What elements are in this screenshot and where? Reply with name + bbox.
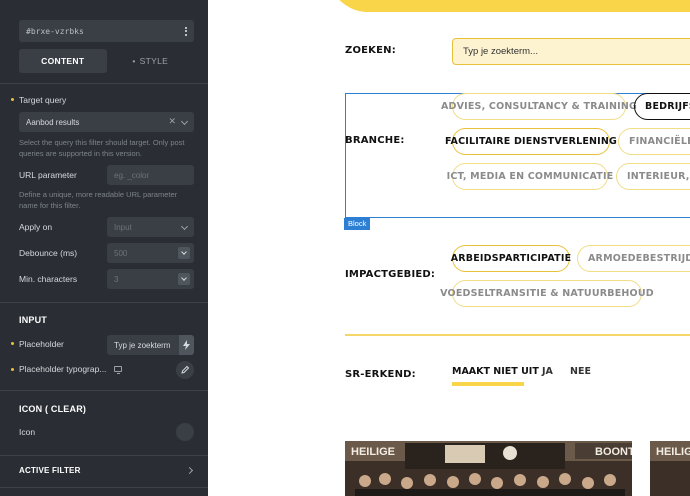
element-id: #brxe-vzrbks — [26, 26, 84, 36]
photo-sign-right: BOONT — [595, 446, 632, 458]
divider — [0, 487, 208, 488]
target-query-label: Target query — [19, 95, 67, 105]
url-parameter-help: Define a unique, more readable URL param… — [19, 190, 178, 210]
section-divider — [345, 334, 690, 336]
placeholder-typography-label: Placeholder typograp... — [19, 364, 107, 374]
sr-label: SR-ERKEND: — [345, 369, 416, 380]
chip-armoedebestrijding[interactable]: ARMOEDEBESTRIJDING — [577, 245, 690, 272]
chip-financiele[interactable]: FINANCIËLE DI — [618, 128, 690, 155]
active-option-underline — [452, 382, 524, 386]
preview-canvas: ZOEKEN: Typ je zoekterm... Block BRANCHE… — [208, 0, 690, 496]
modified-dot — [11, 368, 14, 371]
photo-sign-second: HEILIGE — [656, 446, 690, 458]
min-characters-label: Min. characters — [19, 274, 78, 284]
divider — [0, 302, 208, 303]
apply-on-label: Apply on — [19, 222, 53, 232]
target-query-select[interactable]: Aanbod results ✕ — [19, 112, 194, 132]
modified-dot — [11, 342, 14, 345]
block-tag[interactable]: Block — [344, 218, 371, 230]
icon-section-title[interactable]: ICON ( CLEAR) — [19, 404, 86, 414]
chip-ict[interactable]: ICT, MEDIA EN COMMUNICATIE — [447, 163, 613, 190]
chip-arbeidsparticipatie[interactable]: ARBEIDSPARTICIPATIE — [451, 245, 571, 272]
divider — [0, 83, 208, 84]
option-nee[interactable]: NEE — [570, 366, 591, 377]
target-query-value: Aanbod results — [26, 117, 80, 127]
style-dot-icon: • — [132, 56, 136, 66]
pencil-button[interactable] — [176, 361, 194, 379]
option-maakt-niet-uit[interactable]: MAAKT NIET UIT — [452, 366, 539, 377]
panel-tabs: CONTENT • STYLE — [19, 49, 194, 73]
modified-dot — [11, 98, 14, 101]
chip-interieur[interactable]: INTERIEUR, MO — [616, 163, 690, 190]
tab-style-label: STYLE — [139, 56, 169, 66]
search-placeholder: Typ je zoekterm... — [463, 46, 538, 57]
divider — [0, 390, 208, 391]
element-id-box[interactable]: #brxe-vzrbks — [19, 20, 194, 42]
min-characters-input[interactable]: 3 — [107, 269, 194, 289]
debounce-value: 500 — [114, 248, 128, 258]
tab-style[interactable]: • STYLE — [107, 49, 195, 73]
divider — [0, 455, 208, 456]
chip-advies[interactable]: ADVIES, CONSULTANCY & TRAINING — [441, 93, 637, 120]
url-parameter-input[interactable]: eg. _color — [107, 165, 194, 185]
option-ja[interactable]: JA — [542, 366, 553, 377]
chevron-down-icon — [180, 117, 189, 126]
active-filter-section[interactable]: ACTIVE FILTER — [19, 466, 81, 475]
target-query-help: Select the query this filter should targ… — [19, 138, 185, 158]
search-input[interactable]: Typ je zoekterm... — [452, 38, 690, 65]
icon-label: Icon — [19, 427, 36, 437]
min-characters-stepper[interactable] — [178, 273, 190, 285]
placeholder-input[interactable]: Typ je zoekterm — [107, 335, 180, 355]
builder-panel: #brxe-vzrbks CONTENT • STYLE Target quer… — [0, 0, 208, 496]
chevron-down-icon — [180, 222, 189, 231]
search-label: ZOEKEN: — [345, 45, 396, 56]
card-photo[interactable]: HEILIGE BOONT — [345, 441, 632, 496]
min-characters-value: 3 — [114, 274, 119, 284]
tab-content[interactable]: CONTENT — [19, 49, 107, 73]
apply-on-value: Input — [114, 222, 132, 232]
bolt-icon[interactable] — [179, 335, 194, 355]
apply-on-select[interactable]: Input — [107, 217, 194, 237]
url-parameter-placeholder: eg. _color — [114, 170, 150, 180]
chip-voedseltransitie[interactable]: VOEDSELTRANSITIE & NATUURBEHOUD — [440, 280, 654, 307]
placeholder-value: Typ je zoekterm — [114, 340, 171, 350]
placeholder-label: Placeholder — [19, 339, 64, 349]
close-icon[interactable]: ✕ — [168, 116, 176, 127]
url-parameter-label: URL parameter — [19, 170, 77, 180]
pencil-icon — [181, 365, 190, 374]
yellow-header-shape — [328, 0, 690, 12]
photo-sign-left: HEILIGE — [351, 446, 395, 458]
chevron-right-icon[interactable] — [185, 466, 194, 475]
icon-picker[interactable] — [176, 423, 194, 441]
branche-label: BRANCHE: — [345, 135, 405, 146]
monitor-icon[interactable] — [114, 366, 122, 374]
impact-label: IMPACTGEBIED: — [345, 269, 436, 280]
chip-bedrijfs[interactable]: BEDRIJFSU — [634, 93, 690, 120]
debounce-input[interactable]: 500 — [107, 243, 194, 263]
card-photo-2[interactable]: HEILIGE — [650, 441, 690, 496]
debounce-label: Debounce (ms) — [19, 248, 78, 258]
chip-facilitaire[interactable]: FACILITAIRE DIENSTVERLENING — [445, 128, 617, 155]
kebab-icon[interactable] — [185, 26, 187, 36]
debounce-stepper[interactable] — [178, 247, 190, 259]
input-section-title[interactable]: INPUT — [19, 315, 47, 325]
